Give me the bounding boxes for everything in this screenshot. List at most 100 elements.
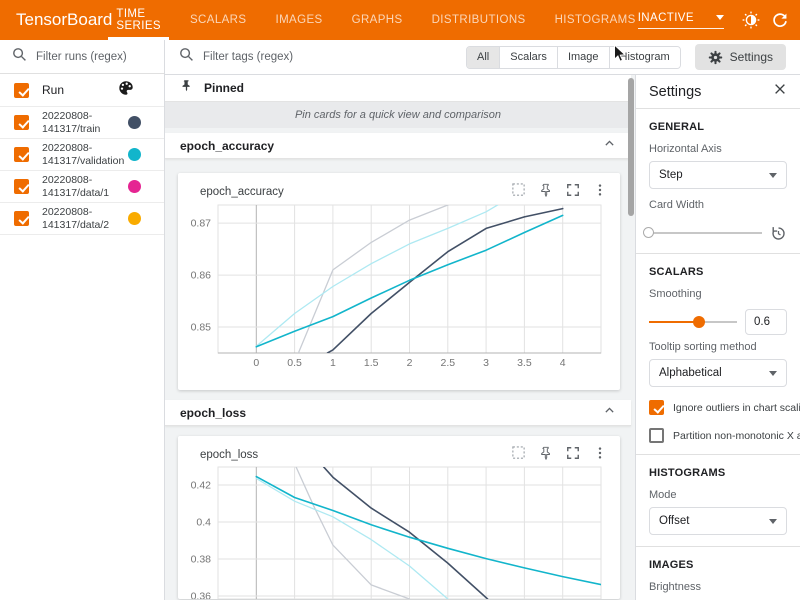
horizontal-axis-label: Horizontal Axis xyxy=(649,143,787,155)
run-row-validation[interactable]: 20220808-141317/validation xyxy=(0,139,164,171)
slider-thumb[interactable] xyxy=(693,316,705,328)
pinned-label: Pinned xyxy=(204,81,244,95)
fit-data-icon[interactable] xyxy=(511,182,526,202)
theme-toggle-icon[interactable] xyxy=(741,10,761,30)
chip-all[interactable]: All xyxy=(467,47,499,68)
tab-histograms[interactable]: HISTOGRAMS xyxy=(553,0,638,40)
tab-distributions[interactable]: DISTRIBUTIONS xyxy=(430,0,528,40)
pin-icon[interactable] xyxy=(539,446,553,465)
svg-text:0.5: 0.5 xyxy=(287,357,302,369)
fit-data-icon[interactable] xyxy=(511,445,526,465)
brightness-label: Brightness xyxy=(649,581,787,593)
svg-text:0.4: 0.4 xyxy=(196,516,211,528)
smoothing-label: Smoothing xyxy=(649,288,787,300)
tab-graphs[interactable]: GRAPHS xyxy=(350,0,405,40)
tag-filter-input[interactable] xyxy=(203,51,466,63)
cards-scroll-area: Pinned Pin cards for a quick view and co… xyxy=(165,75,635,600)
chip-histogram[interactable]: Histogram xyxy=(609,47,680,68)
svg-text:0.42: 0.42 xyxy=(191,479,212,491)
app-logo: TensorBoard xyxy=(16,0,112,40)
reset-icon[interactable] xyxy=(770,225,787,242)
svg-text:1: 1 xyxy=(330,357,336,369)
settings-scalars-section: SCALARS Smoothing 0.6 Tooltip sorting me… xyxy=(649,254,787,454)
settings-histograms-section: HISTOGRAMS Mode Offset xyxy=(649,455,787,546)
palette-icon[interactable] xyxy=(118,80,134,101)
chevron-up-icon[interactable] xyxy=(603,404,616,422)
refresh-icon[interactable] xyxy=(770,10,790,30)
histograms-heading: HISTOGRAMS xyxy=(649,467,787,479)
run-checkbox[interactable] xyxy=(14,211,29,226)
settings-panel-title: Settings xyxy=(649,84,701,100)
svg-text:0.36: 0.36 xyxy=(191,591,212,599)
run-label: 20220808- xyxy=(42,174,92,186)
kebab-menu-icon[interactable] xyxy=(593,446,607,465)
chevron-up-icon[interactable] xyxy=(603,137,616,155)
pin-icon xyxy=(180,79,193,97)
search-icon xyxy=(12,47,27,67)
settings-button[interactable]: Settings xyxy=(695,44,786,70)
pinned-section-header[interactable]: Pinned xyxy=(165,75,631,102)
chart-card-title: epoch_accuracy xyxy=(200,186,284,198)
run-filter-input[interactable] xyxy=(36,51,152,63)
svg-text:3.5: 3.5 xyxy=(517,357,532,369)
search-icon xyxy=(179,47,194,67)
ignore-outliers-checkbox[interactable] xyxy=(649,400,664,415)
tooltip-sorting-select[interactable]: Alphabetical xyxy=(649,359,787,387)
settings-images-section: IMAGES Brightness Contrast xyxy=(649,547,787,600)
card-width-label: Card Width xyxy=(649,199,787,211)
svg-text:2: 2 xyxy=(407,357,413,369)
section-epoch-loss[interactable]: epoch_loss xyxy=(165,400,631,426)
run-row-train[interactable]: 20220808-141317/train xyxy=(0,107,164,139)
smoothing-value-input[interactable]: 0.6 xyxy=(745,309,787,335)
pin-icon[interactable] xyxy=(539,183,553,202)
horizontal-axis-select[interactable]: Step xyxy=(649,161,787,189)
card-width-slider[interactable] xyxy=(649,232,762,234)
app-header: TensorBoard TIME SERIES SCALARS IMAGES G… xyxy=(0,0,800,40)
fullscreen-icon[interactable] xyxy=(566,183,580,202)
run-select-all-checkbox[interactable] xyxy=(14,83,29,98)
tab-images[interactable]: IMAGES xyxy=(273,0,324,40)
kebab-menu-icon[interactable] xyxy=(593,183,607,202)
run-checkbox[interactable] xyxy=(14,147,29,162)
runs-sidebar: Run 20220808-141317/train 20220808-14131… xyxy=(0,40,165,600)
tensorboard-app: TensorBoard TIME SERIES SCALARS IMAGES G… xyxy=(0,0,800,600)
status-dropdown[interactable]: INACTIVE xyxy=(638,12,724,29)
chevron-down-icon xyxy=(769,371,777,376)
run-color-dot xyxy=(128,148,141,161)
svg-text:0: 0 xyxy=(253,357,259,369)
tab-time-series[interactable]: TIME SERIES xyxy=(114,0,163,40)
settings-panel: Settings GENERAL Horizontal Axis Step Ca… xyxy=(635,75,800,600)
epoch-accuracy-card: epoch_accuracy 00.511.522.533.540.850.86… xyxy=(178,173,620,390)
tab-scalars[interactable]: SCALARS xyxy=(188,0,249,40)
epoch-accuracy-chart[interactable]: 00.511.522.533.540.850.860.87 xyxy=(178,173,620,390)
run-row-data-1[interactable]: 20220808-141317/data/1 xyxy=(0,171,164,203)
chip-image[interactable]: Image xyxy=(557,47,609,68)
histogram-mode-select[interactable]: Offset xyxy=(649,507,787,535)
scrollbar-thumb[interactable] xyxy=(628,78,634,216)
partition-x-axis-checkbox[interactable] xyxy=(649,428,664,443)
section-epoch-accuracy[interactable]: epoch_accuracy xyxy=(165,133,631,159)
run-checkbox[interactable] xyxy=(14,115,29,130)
header-controls: INACTIVE xyxy=(638,0,800,40)
chevron-down-icon xyxy=(769,173,777,178)
run-label: 20220808- xyxy=(42,110,92,122)
chip-scalars[interactable]: Scalars xyxy=(499,47,557,68)
slider-thumb[interactable] xyxy=(643,227,654,238)
smoothing-slider[interactable] xyxy=(649,321,737,323)
svg-text:1.5: 1.5 xyxy=(364,357,379,369)
run-column-label: Run xyxy=(42,83,64,97)
svg-text:3: 3 xyxy=(483,357,489,369)
ignore-outliers-row[interactable]: Ignore outliers in chart scaling xyxy=(649,400,787,415)
run-row-data-2[interactable]: 20220808-141317/data/2 xyxy=(0,203,164,235)
fullscreen-icon[interactable] xyxy=(566,446,580,465)
close-icon[interactable] xyxy=(773,82,787,101)
run-label: 20220808- xyxy=(42,206,92,218)
run-filter-row xyxy=(0,40,164,74)
section-title: epoch_loss xyxy=(180,406,246,420)
chevron-down-icon xyxy=(769,519,777,524)
run-checkbox[interactable] xyxy=(14,179,29,194)
svg-text:0.87: 0.87 xyxy=(191,218,212,230)
tag-filter-bar: All Scalars Image Histogram xyxy=(165,40,800,75)
main-scrollbar xyxy=(628,77,634,597)
partition-x-axis-row[interactable]: Partition non-monotonic X axis ? xyxy=(649,428,787,443)
